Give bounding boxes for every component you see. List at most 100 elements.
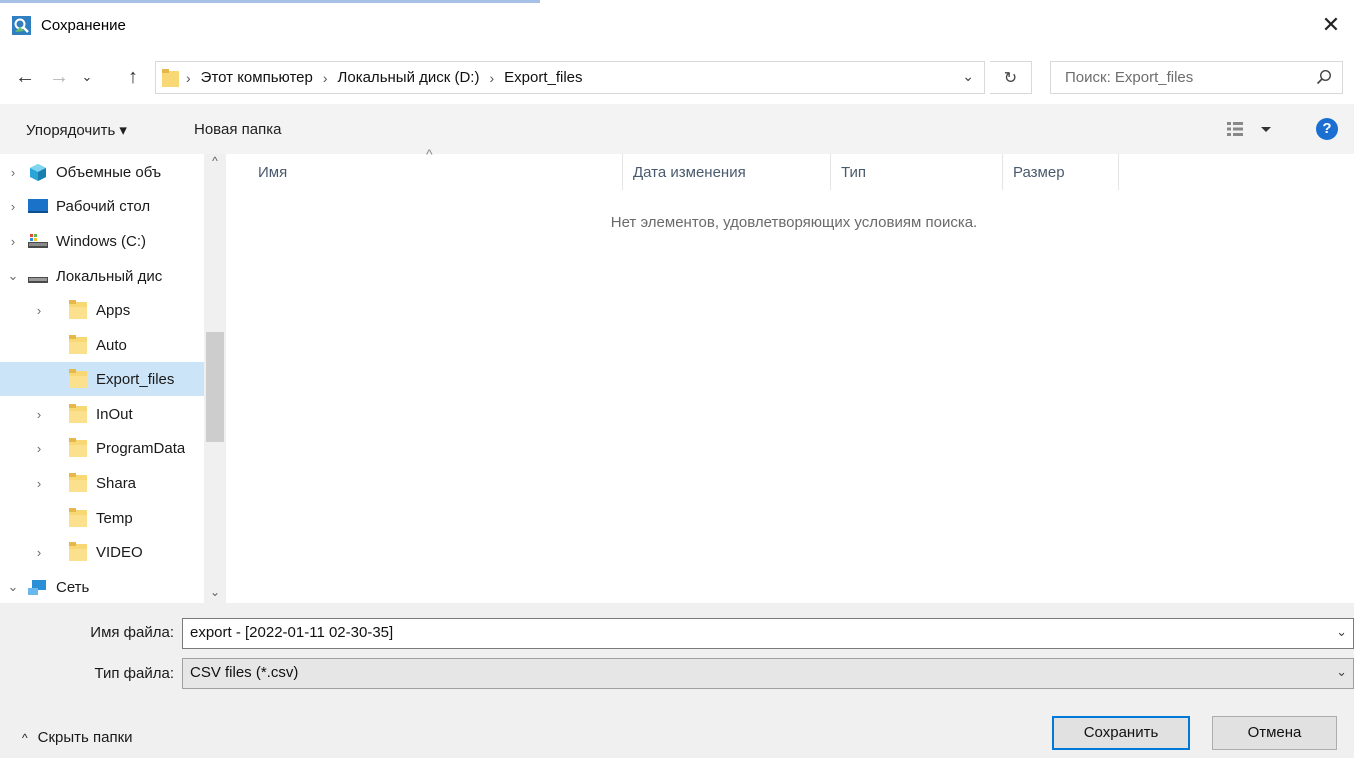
tree-item-programdata[interactable]: › ProgramData	[0, 431, 204, 465]
folder-icon	[69, 300, 87, 319]
desktop-icon	[28, 199, 48, 213]
column-header-name[interactable]: ^ Имя	[226, 146, 623, 190]
tree-item-label: Windows (C:)	[56, 232, 147, 250]
window-title: Сохранение	[41, 17, 126, 34]
breadcrumb-this-pc[interactable]: Этот компьютер	[201, 69, 313, 86]
folder-icon	[69, 473, 87, 492]
tree-item-label: InOut	[96, 405, 133, 423]
drive-c-icon	[28, 234, 48, 248]
breadcrumb-local-disk-d[interactable]: Локальный диск (D:)	[338, 69, 480, 86]
organize-button[interactable]: Упорядочить ▾	[26, 121, 127, 139]
filename-value[interactable]: export - [2022-01-11 02-30-35]	[190, 624, 393, 641]
chevron-right-icon[interactable]: ›	[32, 476, 46, 491]
tree-item-windows-c[interactable]: › Windows (C:)	[0, 224, 204, 258]
tree-item-label: Apps	[96, 301, 131, 319]
save-form: Имя файла: export - [2022-01-11 02-30-35…	[0, 603, 1354, 758]
breadcrumb: › Этот компьютер › Локальный диск (D:) ›…	[186, 69, 583, 86]
folder-icon	[69, 542, 87, 561]
column-header-date-modified[interactable]: Дата изменения	[623, 154, 831, 190]
window-top-edge	[0, 0, 540, 3]
filename-label: Имя файла:	[90, 624, 174, 641]
file-list: ^ Имя Дата изменения Тип Размер Нет элем…	[226, 146, 1354, 603]
navigation-bar: ← → ⌄ ↑ › Этот компьютер › Локальный дис…	[0, 52, 1354, 104]
scroll-up-chevron-icon[interactable]: ^	[204, 154, 226, 172]
tree-item-temp[interactable]: Temp	[0, 501, 204, 535]
tree-item-export-files[interactable]: Export_files	[0, 362, 204, 396]
search-icon[interactable]	[1316, 69, 1332, 85]
navigation-tree: › Объемные объ › Рабочий стол › Windows (C:) ⌄…	[0, 154, 226, 603]
address-dropdown-chevron-icon[interactable]: ⌄	[962, 68, 974, 85]
save-button[interactable]: Сохранить	[1052, 716, 1190, 750]
tree-item-shara[interactable]: › Shara	[0, 466, 204, 500]
forward-arrow-icon[interactable]: →	[46, 64, 72, 90]
filetype-label: Тип файла:	[94, 665, 175, 682]
folder-icon	[162, 69, 179, 87]
filename-input[interactable]: export - [2022-01-11 02-30-35] ⌄	[182, 618, 1354, 649]
tree-item-auto[interactable]: Auto	[0, 328, 204, 362]
tree-item-label: Рабочий стол	[56, 197, 151, 215]
breadcrumb-export-files[interactable]: Export_files	[504, 69, 582, 86]
folder-icon	[69, 508, 87, 527]
tree-item-рабочий-стол[interactable]: › Рабочий стол	[0, 189, 204, 223]
chevron-up-icon: ^	[22, 730, 28, 745]
filetype-dropdown-chevron-icon[interactable]: ⌄	[1336, 664, 1347, 680]
view-options-icon[interactable]	[1225, 118, 1279, 140]
hide-folders-button[interactable]: ^ Скрыть папки	[22, 729, 133, 746]
search-input[interactable]: Поиск: Export_files	[1065, 69, 1193, 86]
command-toolbar: Упорядочить ▾ Новая папка ?	[0, 104, 1354, 154]
tree-item-apps[interactable]: › Apps	[0, 293, 204, 327]
chevron-right-icon[interactable]: ›	[6, 234, 20, 249]
drive-d-icon	[28, 277, 48, 283]
close-icon[interactable]: ✕	[1316, 10, 1346, 40]
network-icon	[28, 580, 46, 595]
sort-ascending-icon: ^	[426, 146, 433, 162]
tree-item-label: ProgramData	[96, 439, 186, 457]
recent-locations-chevron-icon[interactable]: ⌄	[74, 64, 100, 90]
empty-list-message: Нет элементов, удовлетворяющих условиям …	[610, 214, 978, 231]
search-box[interactable]: Поиск: Export_files	[1050, 61, 1343, 94]
chevron-down-icon[interactable]: ⌄	[6, 268, 20, 284]
tree-item-label: Сеть	[56, 578, 90, 596]
refresh-icon[interactable]: ↻	[990, 61, 1032, 94]
address-bar[interactable]: › Этот компьютер › Локальный диск (D:) ›…	[155, 61, 985, 94]
folder-icon	[69, 369, 87, 388]
cancel-button[interactable]: Отмена	[1212, 716, 1337, 750]
3d-objects-icon	[30, 164, 46, 181]
chevron-right-icon[interactable]: ›	[32, 407, 46, 422]
help-icon[interactable]: ?	[1316, 118, 1338, 140]
tree-item-локальный-дис[interactable]: ⌄ Локальный дис	[0, 259, 204, 293]
tree-item-сеть[interactable]: ⌄ Сеть	[0, 570, 204, 603]
chevron-down-icon[interactable]: ⌄	[6, 579, 20, 595]
tree-item-video[interactable]: › VIDEO	[0, 535, 204, 569]
chevron-right-icon[interactable]: ›	[32, 545, 46, 560]
folder-icon	[69, 438, 87, 457]
chevron-right-icon[interactable]: ›	[32, 441, 46, 456]
tree-item-label: Объемные объ	[56, 163, 162, 181]
chevron-right-icon[interactable]: ›	[6, 199, 20, 214]
tree-scrollbar[interactable]: ^ ⌄	[204, 154, 226, 603]
tree-item-label: Export_files	[96, 370, 175, 388]
filename-history-chevron-icon[interactable]: ⌄	[1336, 624, 1347, 640]
folder-icon	[69, 335, 87, 354]
folder-icon	[69, 404, 87, 423]
column-header-type[interactable]: Тип	[831, 154, 1003, 190]
up-arrow-icon[interactable]: ↑	[120, 64, 146, 90]
filetype-value: CSV files (*.csv)	[190, 664, 299, 681]
scroll-down-chevron-icon[interactable]: ⌄	[204, 585, 226, 603]
hide-folders-label: Скрыть папки	[37, 729, 133, 746]
new-folder-button[interactable]: Новая папка	[194, 121, 281, 138]
scrollbar-thumb[interactable]	[206, 332, 224, 442]
tree-item-inout[interactable]: › InOut	[0, 397, 204, 431]
chevron-right-icon[interactable]: ›	[32, 303, 46, 318]
chevron-right-icon[interactable]: ›	[6, 165, 20, 180]
column-header-size[interactable]: Размер	[1003, 154, 1119, 190]
tree-item-label: Auto	[96, 336, 127, 354]
back-arrow-icon[interactable]: ←	[12, 64, 38, 90]
title-bar: Сохранение ✕	[0, 0, 1354, 52]
filetype-select[interactable]: CSV files (*.csv) ⌄	[182, 658, 1354, 689]
breadcrumb-separator-icon: ›	[186, 69, 191, 86]
tree-item-label: VIDEO	[96, 543, 143, 561]
breadcrumb-separator-icon: ›	[489, 69, 495, 86]
tree-item-label: Shara	[96, 474, 137, 492]
tree-item-объемные-объ[interactable]: › Объемные объ	[0, 155, 204, 189]
